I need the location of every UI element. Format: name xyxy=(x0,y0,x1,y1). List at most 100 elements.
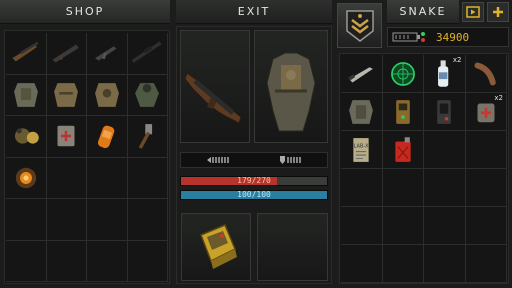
inventory-slot[interactable] xyxy=(382,93,424,131)
inventory-slot[interactable] xyxy=(341,245,383,283)
rank-badge[interactable] xyxy=(337,3,382,48)
inventory-slot[interactable] xyxy=(465,55,507,93)
shop-slot[interactable] xyxy=(46,116,87,158)
gas-mask-icon xyxy=(14,128,39,144)
shop-slot[interactable] xyxy=(87,199,128,241)
shop-tab-label: SHOP xyxy=(65,5,105,18)
knife-icon xyxy=(348,66,374,82)
tactical-vest-icon xyxy=(54,82,79,107)
shop-slot[interactable] xyxy=(6,240,47,282)
inventory-slot[interactable] xyxy=(382,131,424,169)
plus-icon xyxy=(493,7,503,17)
sausage-icon xyxy=(474,62,496,85)
player-name-tab[interactable]: SNAKE xyxy=(387,0,459,24)
shop-slot[interactable] xyxy=(46,157,87,199)
inventory-slot[interactable] xyxy=(424,131,466,169)
inventory-grid: x2 x2 LAB-X xyxy=(341,55,507,283)
shop-slot[interactable] xyxy=(127,33,168,75)
pda-icon xyxy=(437,99,452,124)
exit-label: EXIT xyxy=(237,5,271,18)
inventory-slot[interactable] xyxy=(465,245,507,283)
rifle-icon xyxy=(12,41,39,62)
shop-slot[interactable] xyxy=(6,116,47,158)
shop-slot[interactable] xyxy=(87,240,128,282)
inventory-slot[interactable] xyxy=(382,207,424,245)
shop-slot[interactable] xyxy=(46,240,87,282)
shop-tab[interactable]: SHOP xyxy=(0,0,170,24)
lab-x-document-icon: LAB-X xyxy=(353,137,369,162)
sniper-rifle-icon xyxy=(131,41,162,64)
inventory-slot[interactable]: LAB-X xyxy=(341,131,383,169)
add-money-button[interactable] xyxy=(487,2,509,22)
shop-slot[interactable] xyxy=(6,199,47,241)
money-amount: 34900 xyxy=(436,30,470,44)
shop-slot[interactable] xyxy=(127,74,168,116)
inventory-slot[interactable] xyxy=(465,131,507,169)
quick-slot-1[interactable] xyxy=(181,213,251,281)
inventory-slot[interactable] xyxy=(382,169,424,207)
inventory-slot[interactable] xyxy=(424,93,466,131)
armor-vest-icon xyxy=(13,82,38,107)
health-bar: 179/270 xyxy=(180,176,328,186)
energy-drink-icon xyxy=(97,125,115,149)
inventory-slot[interactable] xyxy=(341,93,383,131)
medkit-pouch-icon xyxy=(57,126,75,147)
health-text: 179/270 xyxy=(237,176,271,185)
shop-slot[interactable] xyxy=(127,240,168,282)
rank-chevron-icon xyxy=(345,9,374,42)
shop-slot[interactable] xyxy=(6,33,47,75)
shop-slot[interactable] xyxy=(127,157,168,199)
inventory-slot[interactable] xyxy=(382,55,424,93)
pistol-icon xyxy=(94,46,117,61)
shop-slot[interactable] xyxy=(87,157,128,199)
inventory-slot[interactable] xyxy=(465,207,507,245)
inventory-slot[interactable] xyxy=(341,207,383,245)
shop-slot[interactable] xyxy=(6,157,47,199)
battery-gauge-icon xyxy=(392,32,425,42)
video-reward-icon xyxy=(466,6,480,18)
equipped-rifle-icon xyxy=(184,72,242,124)
detector-icon xyxy=(395,99,410,124)
inventory-slot[interactable] xyxy=(424,207,466,245)
item-count: x2 xyxy=(494,94,503,102)
shop-slot[interactable] xyxy=(87,116,128,158)
shop-grid xyxy=(6,33,168,282)
inventory-slot[interactable] xyxy=(382,245,424,283)
armor-slot[interactable] xyxy=(254,30,328,143)
inventory-slot[interactable] xyxy=(424,169,466,207)
shop-slot[interactable] xyxy=(87,74,128,116)
weapon-slot[interactable] xyxy=(180,30,250,143)
armor-suit-icon xyxy=(349,99,374,124)
inventory-slot[interactable] xyxy=(424,245,466,283)
hazmat-suit-icon xyxy=(135,82,160,107)
shop-slot[interactable] xyxy=(127,199,168,241)
artifact-icon xyxy=(15,167,36,188)
quick-pda-icon xyxy=(200,224,237,269)
shop-slot[interactable] xyxy=(46,74,87,116)
stamina-bar: 100/100 xyxy=(180,190,328,200)
shop-slot[interactable] xyxy=(46,199,87,241)
hammer-icon xyxy=(138,124,153,149)
exit-button[interactable]: EXIT xyxy=(176,0,332,24)
video-reward-button[interactable] xyxy=(462,2,484,22)
assault-rifle-icon xyxy=(52,44,79,63)
player-name: SNAKE xyxy=(399,5,447,18)
quick-slot-2[interactable] xyxy=(257,213,328,281)
fuel-canister-icon xyxy=(395,136,411,162)
inventory-slot[interactable]: x2 xyxy=(465,93,507,131)
item-count: x2 xyxy=(452,56,462,64)
money-display: 34900 xyxy=(387,27,509,47)
inventory-slot[interactable]: x2 xyxy=(424,55,466,93)
ammo-gauge-icon xyxy=(206,157,229,163)
exoskeleton-icon xyxy=(94,82,119,107)
inventory-slot[interactable] xyxy=(465,169,507,207)
shop-slot[interactable] xyxy=(87,33,128,75)
shop-slot[interactable] xyxy=(127,116,168,158)
armor-gauge-icon xyxy=(279,156,301,164)
equipped-exoskeleton-icon xyxy=(266,52,316,132)
shop-slot[interactable] xyxy=(46,33,87,75)
shop-slot[interactable] xyxy=(6,74,47,116)
inventory-slot[interactable] xyxy=(341,169,383,207)
radar-anomaly-icon xyxy=(390,61,415,86)
inventory-slot[interactable] xyxy=(341,55,383,93)
